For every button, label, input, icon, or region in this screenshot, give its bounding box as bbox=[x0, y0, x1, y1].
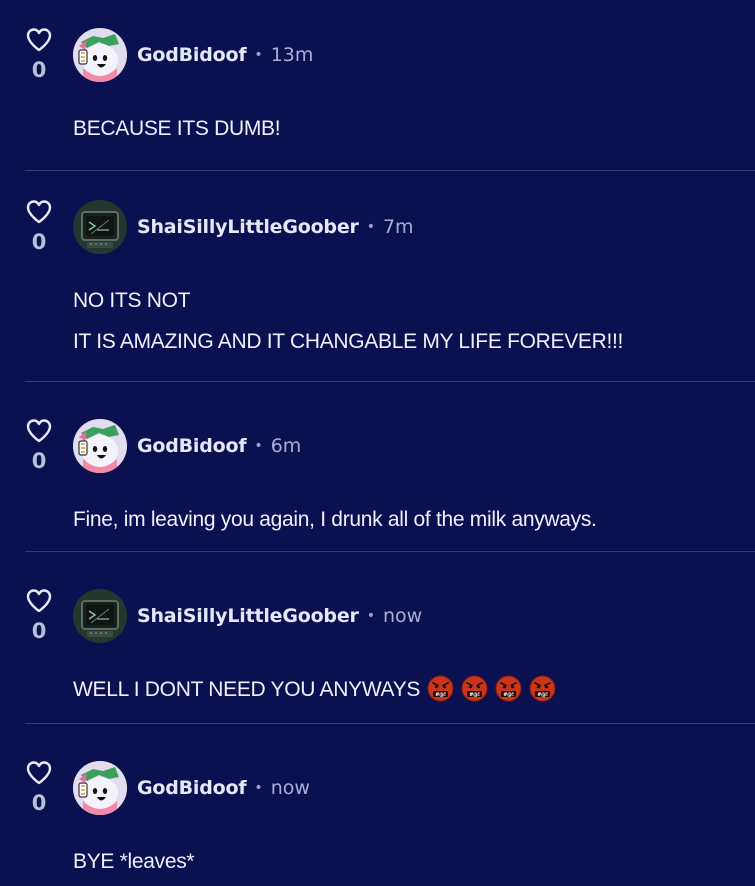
heart-icon[interactable] bbox=[25, 27, 53, 53]
comment-body: ShaiSillyLittleGoober • 7m NO ITS NOT IT … bbox=[73, 199, 755, 382]
timestamp: now bbox=[382, 605, 423, 627]
username-link[interactable]: ShaiSillyLittleGoober bbox=[137, 605, 359, 627]
comment-text: BECAUSE ITS DUMB! bbox=[73, 108, 755, 149]
like-count: 0 bbox=[31, 619, 47, 643]
comment-item: 0 GodBidoof • 6m Fine, im leaving you ag… bbox=[0, 382, 755, 552]
comment-feed: 0 GodBidoof • 13m BECAUSE ITS DUMB! 0 Sh… bbox=[0, 0, 755, 886]
dot-separator: • bbox=[254, 47, 263, 63]
heart-icon[interactable] bbox=[25, 418, 53, 444]
comment-text: Fine, im leaving you again, I drunk all … bbox=[73, 499, 755, 540]
timestamp: 13m bbox=[270, 44, 314, 66]
angry-face-emoji bbox=[427, 675, 454, 702]
like-count: 0 bbox=[31, 791, 47, 815]
dot-separator: • bbox=[254, 780, 263, 796]
comment-body: GodBidoof • now BYE *leaves* bbox=[73, 760, 755, 886]
username-link[interactable]: GodBidoof bbox=[137, 435, 247, 457]
heart-icon[interactable] bbox=[25, 588, 53, 614]
comment-item: 0 GodBidoof • now BYE *leaves* bbox=[0, 724, 755, 886]
angry-face-emoji bbox=[495, 675, 522, 702]
retro-computer-avatar[interactable] bbox=[73, 589, 127, 643]
vote-column: 0 bbox=[25, 418, 53, 552]
comment-header: GodBidoof • 6m bbox=[73, 418, 755, 474]
comment-text-line: BYE *leaves* bbox=[73, 850, 195, 873]
pink-creature-avatar[interactable] bbox=[73, 419, 127, 473]
like-count: 0 bbox=[31, 230, 47, 254]
timestamp: 6m bbox=[270, 435, 302, 457]
comment-text-line: IT IS AMAZING AND IT CHANGABLE MY LIFE F… bbox=[73, 330, 624, 353]
username-link[interactable]: GodBidoof bbox=[137, 44, 247, 66]
comment-text-line: Fine, im leaving you again, I drunk all … bbox=[73, 508, 597, 531]
pink-creature-avatar[interactable] bbox=[73, 761, 127, 815]
comment-body: ShaiSillyLittleGoober • now WELL I DONT … bbox=[73, 588, 755, 724]
vote-column: 0 bbox=[25, 199, 53, 382]
comment-item: 0 ShaiSillyLittleGoober • 7m NO ITS NOT I… bbox=[0, 171, 755, 382]
dot-separator: • bbox=[366, 608, 375, 624]
like-count: 0 bbox=[31, 449, 47, 473]
comment-text-line: WELL I DONT NEED YOU ANYWAYS bbox=[73, 669, 755, 710]
comment-item: 0 GodBidoof • 13m BECAUSE ITS DUMB! bbox=[0, 0, 755, 171]
vote-column: 0 bbox=[25, 27, 53, 171]
comment-header: ShaiSillyLittleGoober • 7m bbox=[73, 199, 755, 255]
comment-header: ShaiSillyLittleGoober • now bbox=[73, 588, 755, 644]
angry-face-emoji bbox=[529, 675, 556, 702]
retro-computer-avatar[interactable] bbox=[73, 200, 127, 254]
comment-text-line: NO ITS NOT bbox=[73, 289, 191, 312]
comment-body: GodBidoof • 13m BECAUSE ITS DUMB! bbox=[73, 27, 755, 171]
dot-separator: • bbox=[254, 438, 263, 454]
username-link[interactable]: ShaiSillyLittleGoober bbox=[137, 216, 359, 238]
angry-face-emoji bbox=[461, 675, 488, 702]
timestamp: 7m bbox=[382, 216, 414, 238]
vote-column: 0 bbox=[25, 588, 53, 724]
comment-header: GodBidoof • 13m bbox=[73, 27, 755, 83]
comment-text: BYE *leaves* bbox=[73, 841, 755, 882]
like-count: 0 bbox=[31, 58, 47, 82]
comment-header: GodBidoof • now bbox=[73, 760, 755, 816]
comment-item: 0 ShaiSillyLittleGoober • now WELL I DON… bbox=[0, 552, 755, 724]
heart-icon[interactable] bbox=[25, 199, 53, 225]
heart-icon[interactable] bbox=[25, 760, 53, 786]
comment-body: GodBidoof • 6m Fine, im leaving you agai… bbox=[73, 418, 755, 552]
comment-text: WELL I DONT NEED YOU ANYWAYS bbox=[73, 669, 755, 710]
comment-text-line: BECAUSE ITS DUMB! bbox=[73, 117, 281, 140]
dot-separator: • bbox=[366, 219, 375, 235]
vote-column: 0 bbox=[25, 760, 53, 886]
username-link[interactable]: GodBidoof bbox=[137, 777, 247, 799]
comment-text: NO ITS NOT IT IS AMAZING AND IT CHANGABLE… bbox=[73, 280, 755, 362]
timestamp: now bbox=[270, 777, 310, 799]
pink-creature-avatar[interactable] bbox=[73, 28, 127, 82]
